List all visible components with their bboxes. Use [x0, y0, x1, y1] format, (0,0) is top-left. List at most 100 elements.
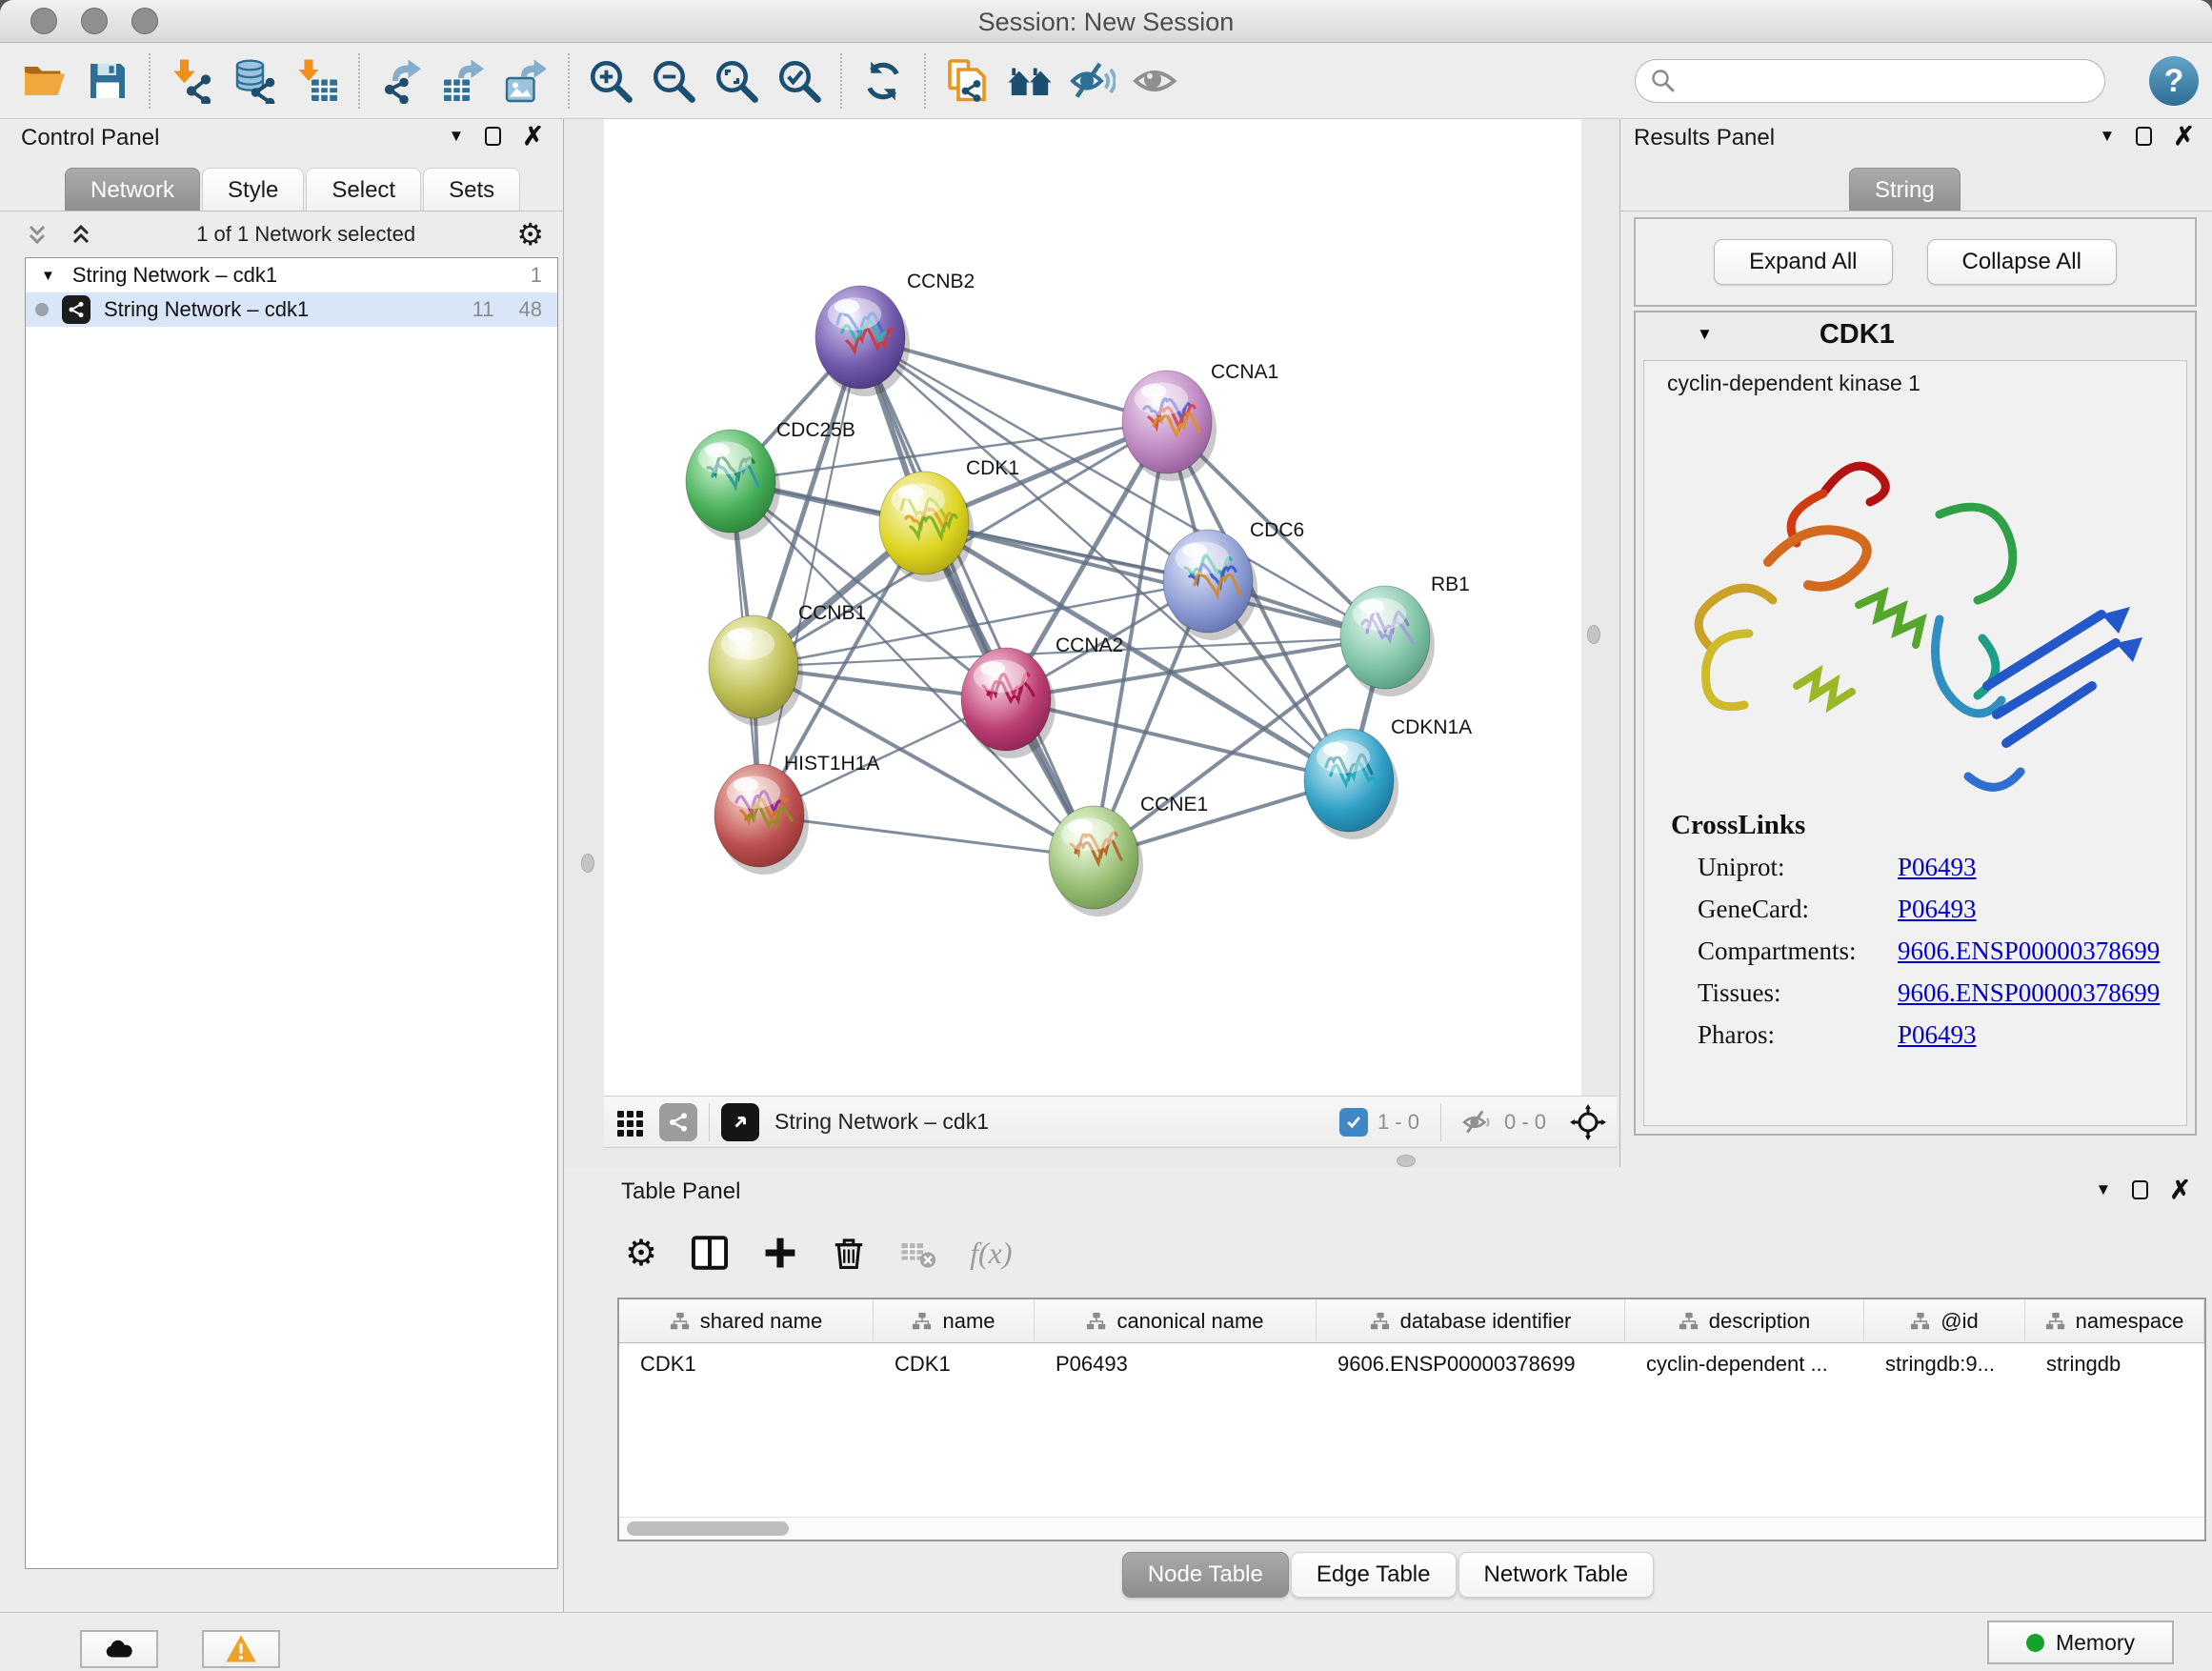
crosslink-link[interactable]: P06493 [1898, 893, 1977, 925]
node-RB1[interactable]: RB1 [1340, 574, 1470, 696]
tab-select[interactable]: Select [306, 168, 421, 211]
vertical-splitter-handle[interactable] [1587, 625, 1600, 644]
table-cell[interactable]: cyclin-dependent ... [1625, 1343, 1864, 1385]
cloud-button[interactable] [80, 1630, 158, 1668]
show-columns-icon[interactable] [690, 1233, 730, 1273]
hide-unhide-button[interactable] [1061, 50, 1124, 112]
export-image-button[interactable] [495, 50, 558, 112]
birdseye-view-icon[interactable] [721, 1103, 759, 1141]
tab-edge-table[interactable]: Edge Table [1291, 1552, 1457, 1598]
tab-style[interactable]: Style [202, 168, 304, 211]
refresh-button[interactable] [852, 50, 915, 112]
tab-sets[interactable]: Sets [423, 168, 520, 211]
import-network-file-button[interactable] [160, 50, 223, 112]
table-options-gear-icon[interactable]: ⚙ [625, 1232, 657, 1275]
float-panel-icon[interactable] [2136, 127, 2152, 146]
node-HIST1H1A[interactable]: HIST1H1A [714, 753, 879, 875]
expand-all-icon[interactable] [67, 220, 95, 249]
collapse-all-button[interactable]: Collapse All [1927, 239, 2117, 285]
table-cell[interactable]: stringdb [2025, 1343, 2204, 1385]
network-options-gear-icon[interactable]: ⚙ [516, 219, 544, 250]
column-header-canonical-name[interactable]: canonical name [1035, 1299, 1317, 1343]
close-panel-icon[interactable]: ✗ [2173, 127, 2195, 146]
tab-network[interactable]: Network [65, 168, 200, 211]
grid-view-icon[interactable] [613, 1105, 648, 1139]
node-CDKN1A[interactable]: CDKN1A [1304, 716, 1472, 839]
scrollbar-thumb[interactable] [627, 1521, 789, 1536]
crosslink-link[interactable]: P06493 [1898, 1018, 1977, 1051]
float-panel-icon[interactable] [2132, 1180, 2148, 1199]
edge-HIST1H1A-CCNE1[interactable] [759, 815, 1094, 857]
close-panel-icon[interactable]: ✗ [522, 127, 544, 146]
network-share-view-icon[interactable] [659, 1103, 697, 1141]
node-count: 11 [473, 297, 494, 322]
string-home-button[interactable] [998, 50, 1061, 112]
network-canvas[interactable]: CCNB2CCNA1CDC25BCDK1CDC6RB1CCNB1CCNA2CDK… [604, 119, 1581, 1096]
table-horizontal-scrollbar[interactable] [619, 1517, 2204, 1540]
zoom-fit-button[interactable] [705, 50, 768, 112]
zoom-selected-button[interactable] [768, 50, 831, 112]
table-cell[interactable]: stringdb:9... [1864, 1343, 2025, 1385]
node-section-header[interactable]: ▼ CDK1 [1636, 312, 2195, 356]
save-session-button[interactable] [76, 50, 139, 112]
table-cell[interactable]: CDK1 [619, 1343, 874, 1385]
delete-column-icon[interactable] [831, 1235, 867, 1271]
table-cell[interactable]: CDK1 [874, 1343, 1035, 1385]
table-cell[interactable]: P06493 [1035, 1343, 1317, 1385]
table-header-row: shared namenamecanonical namedatabase id… [619, 1299, 2204, 1343]
panel-menu-icon[interactable]: ▼ [2100, 127, 2116, 146]
main-toolbar: ? [0, 44, 2212, 119]
duplicate-network-button[interactable] [935, 50, 998, 112]
export-network-button[interactable] [370, 50, 432, 112]
zoom-selected-icon [776, 58, 822, 104]
crosslink-link[interactable]: 9606.ENSP00000378699 [1898, 976, 2160, 1009]
center-view-crosshair-icon[interactable] [1569, 1103, 1607, 1141]
crosslink-link[interactable]: 9606.ENSP00000378699 [1898, 935, 2160, 967]
collapse-tree-icon[interactable]: ▼ [41, 268, 55, 284]
column-header-description[interactable]: description [1625, 1299, 1864, 1343]
panel-menu-icon[interactable]: ▼ [2096, 1180, 2112, 1199]
collapse-all-icon[interactable] [23, 220, 51, 249]
column-header-namespace[interactable]: namespace [2025, 1299, 2204, 1343]
column-header-database-identifier[interactable]: database identifier [1317, 1299, 1625, 1343]
export-table-button[interactable] [432, 50, 495, 112]
show-hide-graphics-button[interactable] [1124, 50, 1187, 112]
network-collection-row[interactable]: ▼ String Network – cdk1 1 [26, 258, 557, 292]
selected-indicator-checkbox[interactable] [1339, 1108, 1368, 1137]
open-session-button[interactable] [13, 50, 76, 112]
collapse-section-icon[interactable]: ▼ [1697, 325, 1713, 344]
column-header-name[interactable]: name [874, 1299, 1035, 1343]
import-table-button[interactable] [286, 50, 349, 112]
zoom-in-button[interactable] [579, 50, 642, 112]
node-CDK1[interactable]: CDK1 [879, 457, 1019, 582]
horizontal-splitter-handle[interactable] [1397, 1155, 1416, 1167]
node-CCNB2[interactable]: CCNB2 [815, 271, 975, 396]
import-network-database-button[interactable] [223, 50, 286, 112]
zoom-out-button[interactable] [642, 50, 705, 112]
tab-network-table[interactable]: Network Table [1458, 1552, 1655, 1598]
edge-CCNA2-CDKN1A[interactable] [1006, 699, 1349, 780]
search-input[interactable] [1635, 59, 2105, 103]
vertical-splitter-handle[interactable] [581, 854, 594, 873]
edge-CDK1-RB1[interactable] [924, 523, 1385, 637]
column-header-@id[interactable]: @id [1864, 1299, 2025, 1343]
column-header-shared-name[interactable]: shared name [619, 1299, 874, 1343]
network-row[interactable]: String Network – cdk1 11 48 [26, 292, 557, 327]
table-cell[interactable]: 9606.ENSP00000378699 [1317, 1343, 1625, 1385]
panel-menu-icon[interactable]: ▼ [449, 127, 465, 146]
float-panel-icon[interactable] [485, 127, 501, 146]
expand-all-button[interactable]: Expand All [1714, 239, 1892, 285]
table-body: CDK1CDK1P064939606.ENSP00000378699cyclin… [619, 1343, 2204, 1385]
edge-CCNB2-HIST1H1A[interactable] [759, 337, 860, 815]
help-button[interactable]: ? [2149, 56, 2199, 106]
node-CCNA1[interactable]: CCNA1 [1122, 361, 1278, 481]
crosslink-link[interactable]: P06493 [1898, 851, 1977, 883]
warnings-button[interactable] [202, 1630, 280, 1668]
memory-button[interactable]: Memory [1987, 1621, 2174, 1664]
edge-CCNB2-CCNE1[interactable] [860, 337, 1094, 857]
close-panel-icon[interactable]: ✗ [2169, 1180, 2191, 1199]
add-column-icon[interactable] [762, 1235, 798, 1271]
tab-string[interactable]: String [1849, 168, 1961, 211]
node-CCNE1[interactable]: CCNE1 [1049, 794, 1208, 916]
tab-node-table[interactable]: Node Table [1122, 1552, 1289, 1598]
